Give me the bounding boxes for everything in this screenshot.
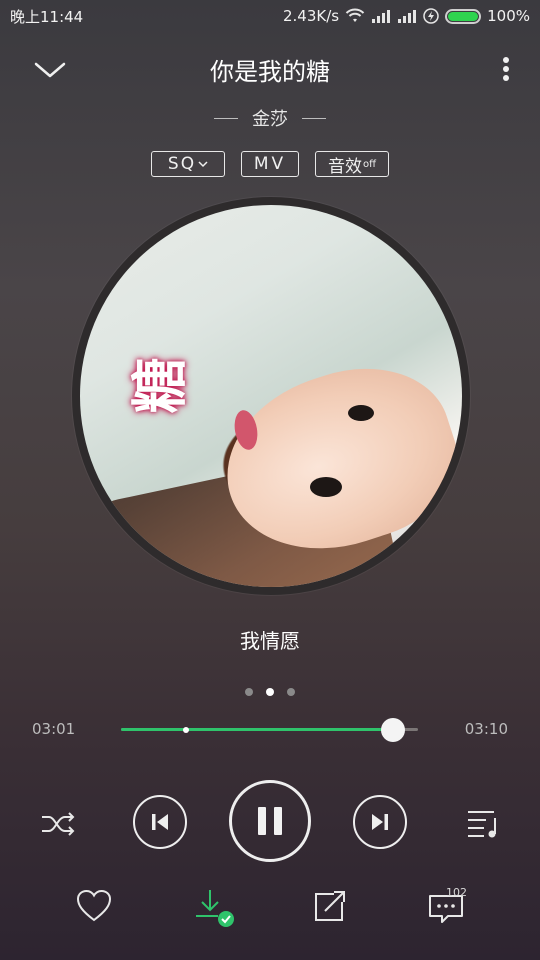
total-time: 03:10: [464, 720, 508, 738]
bottom-action-bar: 102: [0, 880, 540, 936]
next-button[interactable]: [353, 795, 407, 849]
mv-button[interactable]: MV: [241, 151, 299, 177]
tag-row: SQ MV 音效 off: [0, 151, 540, 177]
artist-row: 金莎: [0, 104, 540, 132]
cover-eye-shape: [310, 477, 342, 497]
sound-effect-button[interactable]: 音效 off: [315, 151, 389, 177]
album-cover-image: 金莎 你是我的 糖: [80, 205, 462, 587]
charging-icon: [423, 8, 439, 24]
sound-quality-label: SQ: [167, 154, 197, 174]
share-icon: [315, 891, 345, 921]
page-dot: [266, 688, 274, 696]
page-indicator: [0, 688, 540, 696]
download-button[interactable]: [192, 886, 234, 927]
shuffle-icon: [42, 812, 75, 836]
player-header: 你是我的糖: [0, 44, 540, 96]
play-pause-button[interactable]: [229, 780, 311, 862]
cover-text-small: 金莎 你是我的: [104, 205, 133, 245]
skip-previous-icon: [152, 814, 168, 830]
battery-fill: [448, 11, 479, 21]
cover-text-large: 糖: [128, 357, 194, 414]
playlist-icon: [468, 811, 496, 838]
shuffle-button[interactable]: [38, 804, 78, 844]
divider: [302, 117, 326, 119]
song-title: 你是我的糖: [210, 58, 330, 86]
skip-next-icon: [372, 814, 388, 830]
signal-icon: [398, 10, 417, 23]
page-dot: [245, 688, 253, 696]
cover-eye-shape: [348, 405, 374, 421]
divider: [214, 117, 238, 119]
heart-icon: [76, 889, 112, 922]
wifi-icon: [345, 8, 365, 22]
more-vertical-icon: [503, 57, 509, 81]
battery-icon: [445, 8, 482, 24]
chevron-down-icon: [198, 161, 208, 168]
share-button[interactable]: [310, 886, 350, 926]
sound-effect-label: 音效: [327, 156, 362, 177]
status-bar: 晚上11:44 2.43K/s 100%: [0, 0, 540, 32]
progress-marker: [183, 726, 190, 733]
pause-icon: [258, 807, 282, 835]
previous-button[interactable]: [133, 795, 187, 849]
battery-percent: 100%: [487, 7, 530, 25]
mv-label: MV: [253, 154, 287, 174]
sound-effect-state: off: [362, 158, 376, 170]
status-time: 晚上11:44: [10, 7, 84, 26]
download-done-icon: [196, 890, 234, 927]
album-disc[interactable]: 金莎 你是我的 糖: [72, 197, 470, 595]
current-lyric[interactable]: 我情愿: [0, 625, 540, 654]
page-dot: [287, 688, 295, 696]
sound-quality-button[interactable]: SQ: [151, 151, 225, 177]
current-time: 03:01: [32, 720, 76, 738]
comment-count: 102: [446, 886, 467, 899]
signal-icon: [372, 10, 391, 23]
network-speed: 2.43K/s: [283, 7, 340, 25]
playlist-button[interactable]: [462, 804, 502, 844]
artist-name[interactable]: 金莎: [252, 105, 288, 131]
like-button[interactable]: [74, 886, 114, 926]
playback-controls: [0, 780, 540, 864]
progress-bar[interactable]: [121, 718, 418, 742]
status-right: 2.43K/s 100%: [283, 7, 530, 25]
progress-thumb[interactable]: [380, 718, 405, 742]
progress-fill: [121, 728, 393, 731]
more-button[interactable]: [498, 52, 514, 88]
